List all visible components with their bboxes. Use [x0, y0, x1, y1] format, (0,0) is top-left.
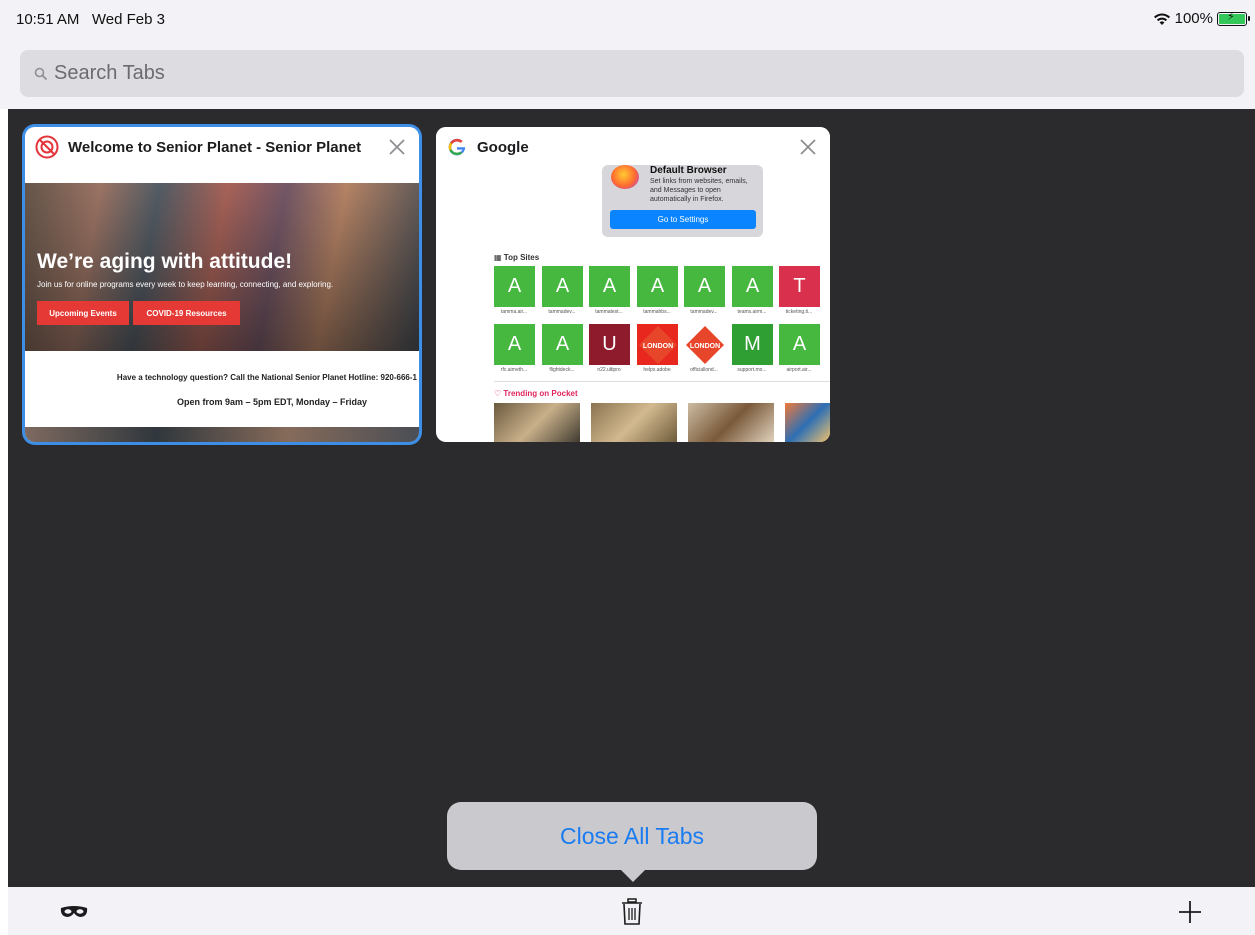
hero-image: We’re aging with attitude! Join us for o…: [25, 183, 419, 351]
tab-title: Google: [477, 138, 529, 156]
svg-text:LONDON: LONDON: [689, 343, 719, 350]
promo-title: Default Browser: [650, 165, 727, 176]
battery-level: [1219, 10, 1245, 24]
private-browsing-button[interactable]: [58, 897, 90, 927]
top-site-tile: T: [779, 266, 820, 307]
google-g-icon: [448, 138, 466, 156]
go-to-settings-button: Go to Settings: [610, 210, 756, 229]
search-icon: [34, 67, 48, 80]
top-sites-label: Top Sites: [503, 253, 540, 262]
top-sites-heading: ▦ Top Sites: [494, 253, 539, 262]
london-theatre-logo-icon: LONDON: [684, 324, 725, 365]
search-bar: [0, 38, 1255, 109]
pocket-story-image: [591, 403, 677, 442]
top-site-tile: A: [779, 324, 820, 365]
hotline-text: Have a technology question? Call the Nat…: [116, 373, 417, 382]
top-site-tile: A: [637, 266, 678, 307]
preview-footer-image: [25, 427, 419, 442]
tab-card-senior-planet[interactable]: Welcome to Senior Planet - Senior Planet…: [25, 127, 419, 442]
close-tab-icon[interactable]: [798, 137, 818, 157]
top-site-tile: A: [732, 266, 773, 307]
trash-icon: [622, 898, 642, 925]
top-site-label: officiallond...: [690, 367, 718, 373]
pocket-story-image: [785, 403, 830, 442]
svg-text:LONDON: LONDON: [642, 343, 672, 350]
bottom-toolbar: [8, 887, 1255, 935]
top-site-tile: A: [494, 324, 535, 365]
top-site-tile: A: [589, 266, 630, 307]
hero-headline: We’re aging with attitude!: [37, 250, 293, 273]
top-site-tile: A: [542, 324, 583, 365]
top-site-tile: A: [684, 266, 725, 307]
tab-title: Welcome to Senior Planet - Senior Planet: [68, 138, 362, 156]
search-input[interactable]: [54, 62, 1154, 85]
covid-resources-button: COVID-19 Resources: [133, 301, 240, 325]
close-tab-icon[interactable]: [387, 137, 407, 157]
battery-icon: [1217, 10, 1250, 26]
top-site-label: support.mo...: [737, 367, 767, 373]
top-site-label: flightdeck...: [549, 367, 575, 373]
london-theatre-logo-icon: LONDON: [637, 324, 678, 365]
status-indicators: 100%: [1153, 10, 1250, 27]
top-site-label: n22.ultipro: [597, 367, 621, 373]
new-tab-button[interactable]: [1174, 897, 1206, 927]
private-mask-icon: [60, 906, 88, 917]
pocket-story-image: [688, 403, 774, 442]
upcoming-events-button: Upcoming Events: [37, 301, 129, 325]
tab-tray: Welcome to Senior Planet - Senior Planet…: [8, 109, 1255, 887]
top-site-label: rfc.airneth...: [500, 367, 528, 373]
pocket-icon: ♡: [494, 389, 504, 398]
top-site-label: airport.air...: [786, 367, 812, 373]
hours-text: Open from 9am – 5pm EDT, Monday – Friday: [176, 397, 368, 407]
pocket-story-image: [494, 403, 580, 442]
status-bar: 10:51 AM Wed Feb 3 100%: [0, 0, 1255, 38]
top-site-tile: M: [732, 324, 773, 365]
senior-planet-logo-icon: [35, 135, 59, 159]
grid-icon: ▦: [494, 253, 504, 262]
firefox-logo-icon: [611, 165, 639, 189]
pocket-heading: ♡ Trending on Pocket: [494, 389, 578, 398]
tab-card-header: Welcome to Senior Planet - Senior Planet: [25, 127, 419, 167]
tab-card-google[interactable]: Google Default Browser Set links from we…: [436, 127, 830, 442]
section-divider: [494, 381, 830, 382]
clock-date: Wed Feb 3: [91, 11, 166, 28]
close-all-popover: Close All Tabs: [447, 802, 817, 882]
wifi-icon: [1153, 13, 1170, 25]
top-site-label: teams.airm...: [737, 309, 767, 315]
close-all-tabs-button[interactable]: Close All Tabs: [560, 823, 704, 850]
hero-subtitle: Join us for online programs every week t…: [37, 280, 334, 289]
promo-text: Set links from websites, emails, and Mes…: [650, 178, 748, 203]
top-site-label: ticketing.ti...: [785, 309, 813, 315]
top-site-tile: A: [542, 266, 583, 307]
status-time: 10:51 AM Wed Feb 3: [16, 11, 165, 28]
battery-percent: 100%: [1174, 10, 1213, 27]
trash-button[interactable]: [616, 897, 648, 927]
tab-card-header: Google: [436, 127, 830, 167]
top-site-tile: A: [494, 266, 535, 307]
top-site-label: tammadev...: [690, 309, 718, 315]
top-site-label: tamma.air...: [500, 309, 528, 315]
top-site-label: helpx.adobe: [643, 367, 671, 373]
clock-time: 10:51 AM: [16, 11, 80, 28]
plus-icon: [1179, 901, 1201, 923]
top-site-label: tammatest...: [595, 309, 623, 315]
top-site-label: tammadev...: [548, 309, 576, 315]
top-site-label: tammahbs...: [643, 309, 671, 315]
pocket-label: Trending on Pocket: [503, 389, 578, 398]
search-field[interactable]: [20, 50, 1244, 97]
top-site-tile: U: [589, 324, 630, 365]
default-browser-promo: Default Browser Set links from websites,…: [602, 165, 763, 237]
